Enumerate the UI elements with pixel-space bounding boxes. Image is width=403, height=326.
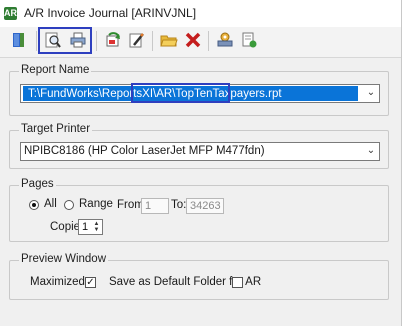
pages-title: Pages (19, 178, 56, 190)
toolbar-highlight-box (38, 27, 92, 54)
target-printer-value: NPIBC8186 (HP Color LaserJet MFP M477fdn… (24, 145, 265, 157)
target-printer-group: Target Printer NPIBC8186 (HP Color Laser… (9, 123, 389, 169)
refresh-button[interactable] (102, 30, 124, 52)
report-name-title: Report Name (19, 64, 92, 76)
pages-group: Pages All Range From: 1 To: 34263 Copies… (9, 178, 389, 242)
stepper-arrows-icon[interactable]: ▲ ▼ (92, 221, 101, 233)
preview-window-group: Preview Window Maximized ✓ Save as Defau… (9, 253, 389, 300)
target-printer-combobox[interactable]: NPIBC8186 (HP Color LaserJet MFP M477fdn… (20, 142, 380, 161)
title-bar: AR A/R Invoice Journal [ARINVJNL] (0, 0, 401, 26)
app-icon: AR (4, 7, 17, 20)
archive-icon (240, 31, 258, 52)
settings-icon (216, 31, 234, 52)
range-radio[interactable] (64, 200, 74, 210)
all-pages-label: All (44, 198, 57, 210)
all-pages-radio[interactable] (29, 200, 39, 210)
toolbar-separator (96, 31, 97, 51)
delete-button[interactable] (182, 30, 204, 52)
toolbar-separator (208, 31, 209, 51)
copies-stepper[interactable]: 1 ▲ ▼ (78, 219, 103, 235)
exit-button[interactable] (8, 30, 30, 52)
delete-icon (184, 31, 202, 52)
edit-icon (128, 31, 146, 52)
edit-button[interactable] (126, 30, 148, 52)
maximized-label: Maximized (30, 276, 85, 288)
range-label: Range (79, 198, 113, 210)
to-label: To: (171, 199, 187, 211)
settings-button[interactable] (214, 30, 236, 52)
window-title: A/R Invoice Journal [ARINVJNL] (24, 6, 197, 20)
chevron-down-icon[interactable]: ⌄ (366, 88, 376, 98)
from-page-field[interactable]: 1 (141, 198, 169, 214)
toolbar-separator (36, 31, 37, 51)
refresh-icon (104, 31, 122, 52)
chevron-down-icon[interactable]: ⌄ (366, 146, 376, 156)
ar-invoice-journal-window: AR A/R Invoice Journal [ARINVJNL] Report… (0, 0, 402, 326)
to-page-field[interactable]: 34263 (186, 198, 224, 214)
preview-window-title: Preview Window (19, 253, 108, 265)
toolbar-separator (152, 31, 153, 51)
exit-icon (10, 31, 28, 52)
toolbar (0, 27, 401, 58)
open-folder-icon (160, 31, 178, 52)
report-file-highlight-box (131, 83, 230, 103)
open-folder-button[interactable] (158, 30, 180, 52)
maximized-checkbox[interactable]: ✓ (85, 277, 96, 288)
save-default-checkbox[interactable] (232, 277, 243, 288)
copies-value: 1 (82, 221, 89, 233)
archive-button[interactable] (238, 30, 260, 52)
target-printer-title: Target Printer (19, 123, 93, 135)
